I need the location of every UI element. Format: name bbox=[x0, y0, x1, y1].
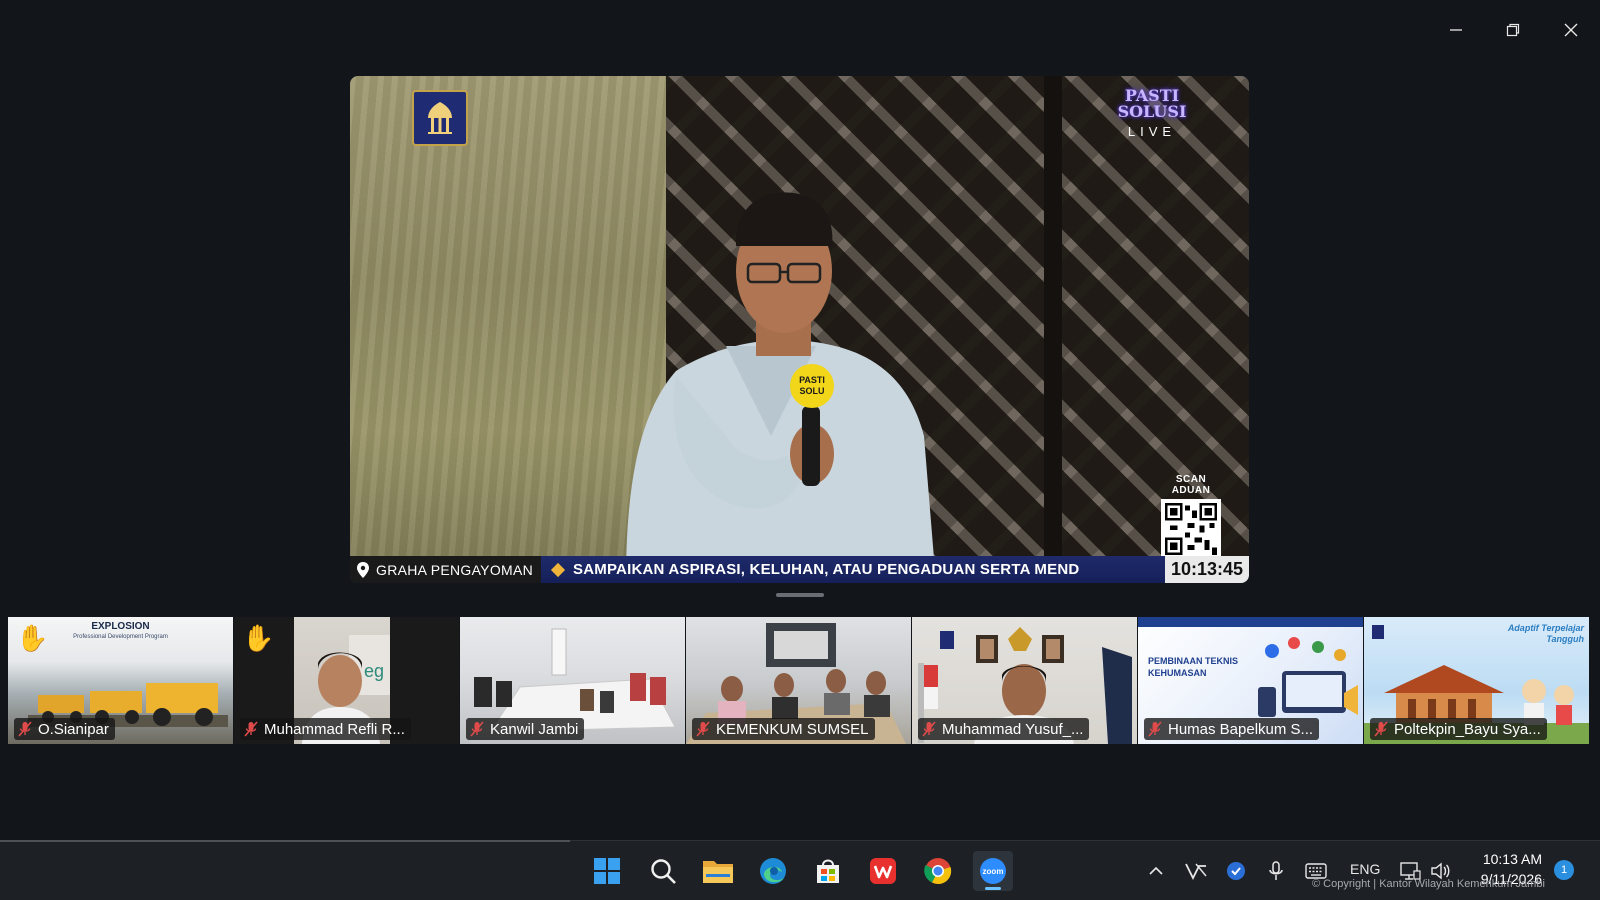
participant-tile[interactable]: Muhammad Yusuf_... bbox=[912, 617, 1137, 744]
participant-tile[interactable]: PEMBINAAN TEKNIS KEHUMASAN Humas Bapelku… bbox=[1138, 617, 1363, 744]
windows-start-icon bbox=[594, 858, 620, 884]
zoom-app-button[interactable]: zoom bbox=[973, 851, 1013, 891]
pengayoman-emblem-icon bbox=[428, 102, 452, 134]
chrome-icon bbox=[924, 858, 952, 885]
mic-muted-icon bbox=[244, 721, 258, 737]
restore-icon bbox=[1506, 23, 1520, 37]
folder-icon bbox=[703, 861, 733, 883]
tray-security-button[interactable] bbox=[1224, 860, 1248, 882]
ticker-text: SAMPAIKAN ASPIRASI, KELUHAN, ATAU PENGAD… bbox=[573, 561, 1080, 578]
media-illustration-image bbox=[1258, 637, 1358, 717]
qr-code-icon bbox=[1161, 499, 1221, 559]
participant-name-label: Muhammad Refli R... bbox=[240, 718, 411, 740]
search-icon bbox=[651, 859, 676, 884]
chevron-up-icon bbox=[1149, 866, 1163, 875]
mic-muted-icon bbox=[18, 721, 32, 737]
participant-gallery: EXPLOSION Professional Development Progr… bbox=[8, 617, 1592, 744]
participant-name-label: KEMENKUM SUMSEL bbox=[692, 718, 875, 740]
close-icon bbox=[1564, 23, 1578, 37]
participant-tile[interactable]: Kanwil Jambi bbox=[460, 617, 685, 744]
participant-name-label: Kanwil Jambi bbox=[466, 718, 585, 740]
search-button[interactable] bbox=[643, 851, 683, 891]
slide-title: PEMBINAAN TEKNIS KEHUMASAN bbox=[1148, 656, 1239, 678]
location-pin-icon bbox=[357, 561, 369, 578]
svg-text:SOLU: SOLU bbox=[799, 386, 824, 396]
live-logo-sub: LIVE bbox=[1127, 124, 1177, 139]
file-explorer-button[interactable] bbox=[698, 851, 738, 891]
participant-name-label: Poltekpin_Bayu Sya... bbox=[1370, 718, 1547, 740]
restore-button[interactable] bbox=[1490, 14, 1536, 46]
participant-tile[interactable]: EXPLOSION Professional Development Progr… bbox=[8, 617, 233, 744]
start-button[interactable] bbox=[587, 851, 627, 891]
active-speaker-video[interactable]: PASTI SOLU PASTI SOLUSI LIVE SCAN ADUAN bbox=[350, 76, 1249, 583]
zoom-icon: zoom bbox=[980, 858, 1006, 884]
ticker-separator-icon bbox=[550, 562, 566, 577]
participant-tile[interactable]: KEMENKUM SUMSEL bbox=[686, 617, 911, 744]
svg-text:PASTI: PASTI bbox=[799, 375, 825, 385]
wps-office-button[interactable] bbox=[863, 851, 903, 891]
participant-tile[interactable]: eg ✋ Muhammad Refli R... bbox=[234, 617, 459, 744]
copyright-watermark: © Copyright | Kantor Wilayah Kemenkum Ja… bbox=[1312, 878, 1545, 890]
gallery-resize-handle[interactable] bbox=[776, 593, 824, 597]
ticker-clock: 10:13:45 bbox=[1164, 556, 1249, 583]
zoom-meeting-window: PASTI SOLU PASTI SOLUSI LIVE SCAN ADUAN bbox=[0, 0, 1600, 900]
raised-hand-icon: ✋ bbox=[242, 623, 275, 653]
zoom-icon-label: zoom bbox=[983, 867, 1004, 876]
svg-text:eg: eg bbox=[364, 661, 384, 681]
wps-icon bbox=[870, 858, 896, 884]
minimize-button[interactable] bbox=[1433, 14, 1479, 46]
input-language-indicator[interactable]: ENG bbox=[1350, 861, 1380, 877]
minimize-icon bbox=[1450, 29, 1462, 31]
vector-app-icon bbox=[1185, 863, 1207, 880]
news-ticker: GRAHA PENGAYOMAN SAMPAIKAN ASPIRASI, KEL… bbox=[350, 556, 1249, 583]
microphone-icon bbox=[1269, 861, 1283, 880]
show-hidden-icons-button[interactable] bbox=[1144, 860, 1168, 882]
mic-muted-icon bbox=[470, 721, 484, 737]
speaker-figure: PASTI SOLU bbox=[626, 192, 936, 583]
clock-time: 10:13 AM bbox=[1482, 851, 1542, 867]
participant-tile[interactable]: Adaptif Terpelajar Tangguh Poltekpin_Bay… bbox=[1364, 617, 1589, 744]
keyboard-icon bbox=[1305, 863, 1327, 879]
edge-icon bbox=[760, 858, 786, 884]
microsoft-store-button[interactable] bbox=[808, 851, 848, 891]
raised-hand-icon: ✋ bbox=[16, 623, 49, 653]
participant-name-label: O.Sianipar bbox=[14, 718, 115, 740]
scan-aduan-qr: SCAN ADUAN bbox=[1158, 474, 1224, 559]
chrome-browser-button[interactable] bbox=[918, 851, 958, 891]
pasti-solusi-live-logo: PASTI SOLUSI LIVE bbox=[1112, 88, 1192, 150]
mic-muted-icon bbox=[922, 721, 936, 737]
participant-name-label: Muhammad Yusuf_... bbox=[918, 718, 1090, 740]
store-icon bbox=[817, 859, 839, 883]
ticker-location-label: GRAHA PENGAYOMAN bbox=[376, 561, 534, 578]
mic-muted-icon bbox=[1374, 721, 1388, 737]
participant-name-label: Humas Bapelkum S... bbox=[1144, 718, 1320, 740]
kemenkum-logo bbox=[412, 90, 468, 146]
microphone-button[interactable] bbox=[1264, 860, 1288, 882]
ticker-location: GRAHA PENGAYOMAN bbox=[350, 556, 542, 583]
security-shield-icon bbox=[1227, 862, 1245, 880]
notification-badge[interactable]: 1 bbox=[1554, 860, 1574, 880]
mic-muted-icon bbox=[696, 721, 710, 737]
edge-browser-button[interactable] bbox=[753, 851, 793, 891]
close-button[interactable] bbox=[1548, 14, 1594, 46]
mic-muted-icon bbox=[1148, 721, 1162, 737]
live-logo-line2: SOLUSI bbox=[1117, 102, 1187, 121]
tray-vector-app-button[interactable] bbox=[1184, 860, 1208, 882]
scan-aduan-label: SCAN ADUAN bbox=[1171, 474, 1211, 496]
